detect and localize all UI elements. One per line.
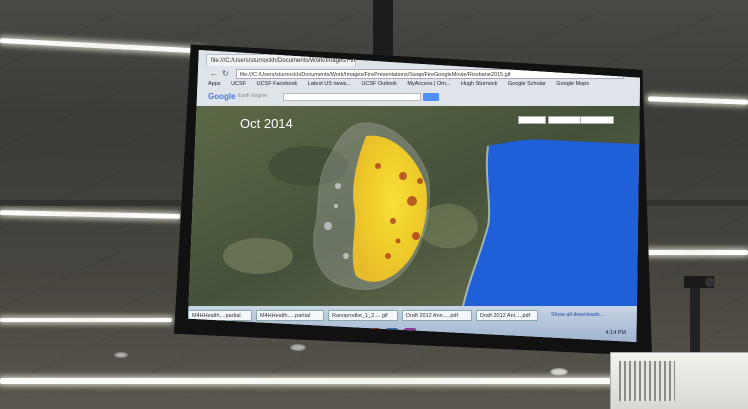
map-control-button[interactable] <box>548 116 582 124</box>
google-logo: Google <box>208 92 236 101</box>
bookmark-item[interactable]: Google Scholar <box>508 81 546 87</box>
ceiling-light <box>647 96 748 105</box>
google-sub-label: Earth Engine <box>238 93 267 99</box>
photo-scene: file:///C:/Users/sturnockh/Documents/Wor… <box>0 0 748 409</box>
ceiling-sprinkler <box>114 352 128 358</box>
bookmark-item[interactable]: UCSF Facebook <box>257 81 298 87</box>
download-item[interactable]: Ranoprodke_1_2.... gif <box>328 310 398 321</box>
google-search-bar: Google Earth Engine <box>208 92 628 104</box>
search-button[interactable] <box>423 93 439 101</box>
ceiling-light <box>0 318 172 322</box>
reload-icon[interactable]: ↻ <box>222 69 229 79</box>
download-item[interactable]: M4HHealth.....partial <box>256 310 324 321</box>
map-control-button[interactable] <box>580 116 614 124</box>
bookmark-item[interactable]: UCSF <box>231 81 246 87</box>
bookmark-item[interactable]: MyAccess | Om... <box>407 81 450 87</box>
monitor-screen: file:///C:/Users/sturnockh/Documents/Wor… <box>188 50 640 342</box>
map-control-button[interactable] <box>518 116 546 124</box>
bookmark-item[interactable]: Apps <box>208 81 221 87</box>
ceiling-sprinkler <box>290 344 306 351</box>
download-item[interactable]: Draft 2012 Ani.....pdf <box>476 310 538 321</box>
bookmark-item[interactable]: UCSF Outlook <box>361 81 396 87</box>
back-icon[interactable]: ← <box>210 69 218 79</box>
ceiling-light <box>0 38 205 54</box>
bookmark-item[interactable]: Hugh Sturnock <box>461 81 497 87</box>
bookmark-item[interactable]: Google Maps <box>556 81 589 87</box>
ocean-area <box>463 139 640 306</box>
ceiling-sprinkler <box>550 368 568 376</box>
show-all-downloads-link[interactable]: Show all downloads... <box>548 310 614 321</box>
projector-vent <box>619 361 675 401</box>
bookmark-item[interactable]: Latest US news... <box>308 81 351 87</box>
projector-mount <box>684 276 715 352</box>
map-title: Oct 2014 <box>240 116 293 131</box>
search-input[interactable] <box>283 93 421 101</box>
ceiling-light <box>0 210 181 219</box>
monitor-mount-pole <box>373 0 393 58</box>
satellite-map[interactable]: Oct 2014 <box>188 106 640 307</box>
map-svg <box>188 106 640 307</box>
bookmarks-bar: Apps UCSF UCSF Facebook Latest US news..… <box>208 81 638 91</box>
download-item[interactable]: Draft 2012 Ann.....pdf <box>402 310 472 321</box>
taskbar-clock: 4:14 PM <box>605 330 626 336</box>
ceiling-projector <box>610 352 748 409</box>
